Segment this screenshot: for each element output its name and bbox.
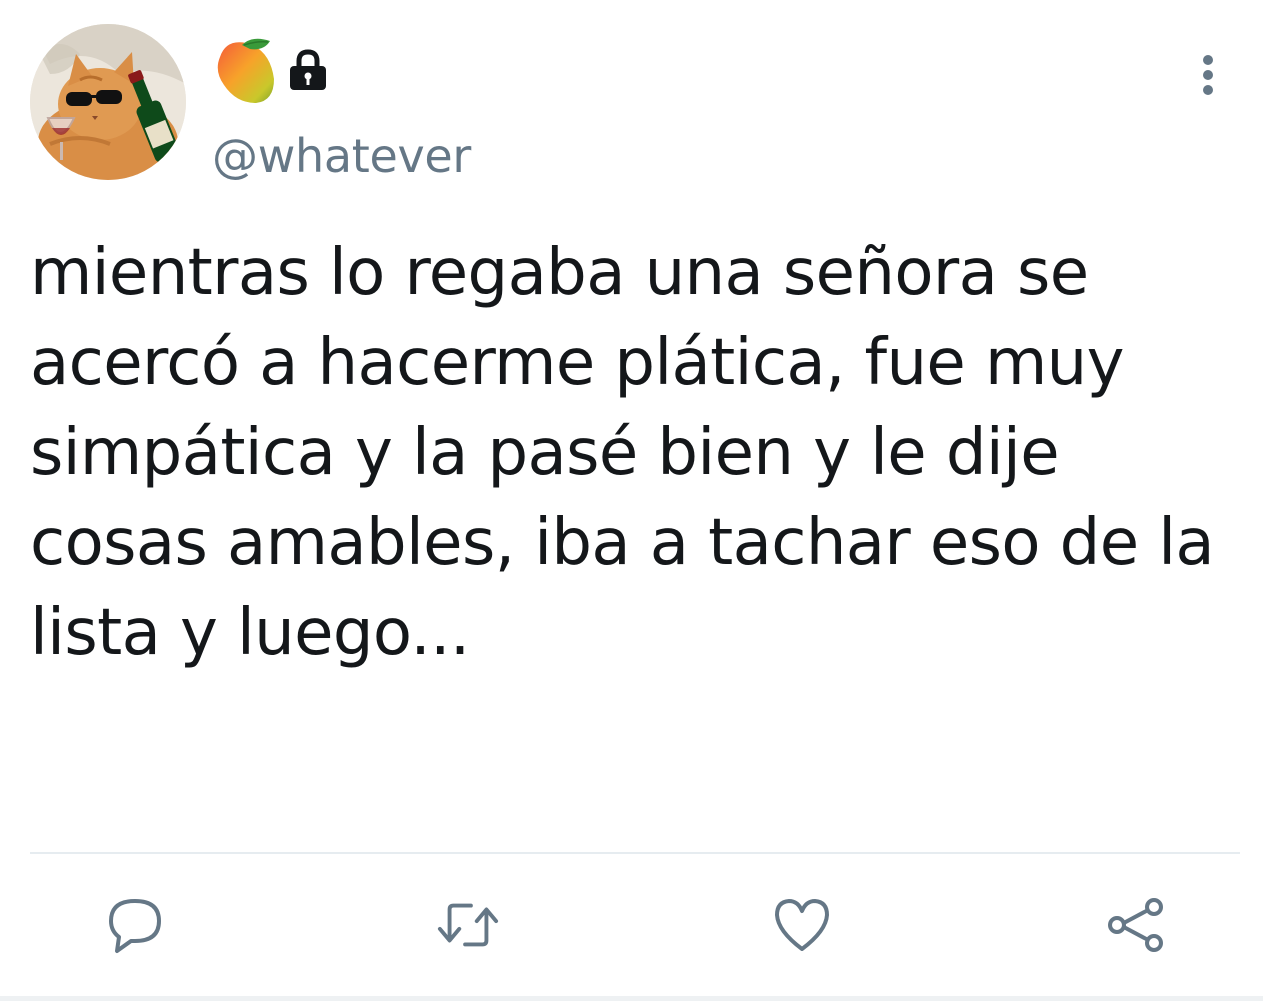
bottom-separator — [0, 996, 1263, 1001]
like-icon — [775, 899, 829, 951]
more-options-button[interactable] — [1188, 50, 1228, 100]
retweet-icon — [437, 903, 499, 947]
lock-icon — [290, 49, 326, 90]
share-icon — [1108, 898, 1163, 952]
reply-icon — [109, 899, 161, 953]
user-handle[interactable]: @whatever — [212, 126, 471, 186]
display-name[interactable] — [212, 34, 330, 106]
more-vertical-icon — [1203, 55, 1213, 95]
like-button[interactable] — [770, 893, 834, 957]
avatar[interactable] — [30, 24, 186, 180]
retweet-button[interactable] — [436, 893, 500, 957]
avatar-image — [30, 24, 186, 180]
divider — [30, 852, 1240, 854]
tweet: @whatever mientras lo regaba una señora … — [0, 0, 1263, 1001]
mango-emoji-icon — [217, 38, 274, 103]
share-button[interactable] — [1104, 893, 1168, 957]
tweet-text: mientras lo regaba una señora se acercó … — [30, 236, 1215, 670]
reply-button[interactable] — [103, 893, 167, 957]
